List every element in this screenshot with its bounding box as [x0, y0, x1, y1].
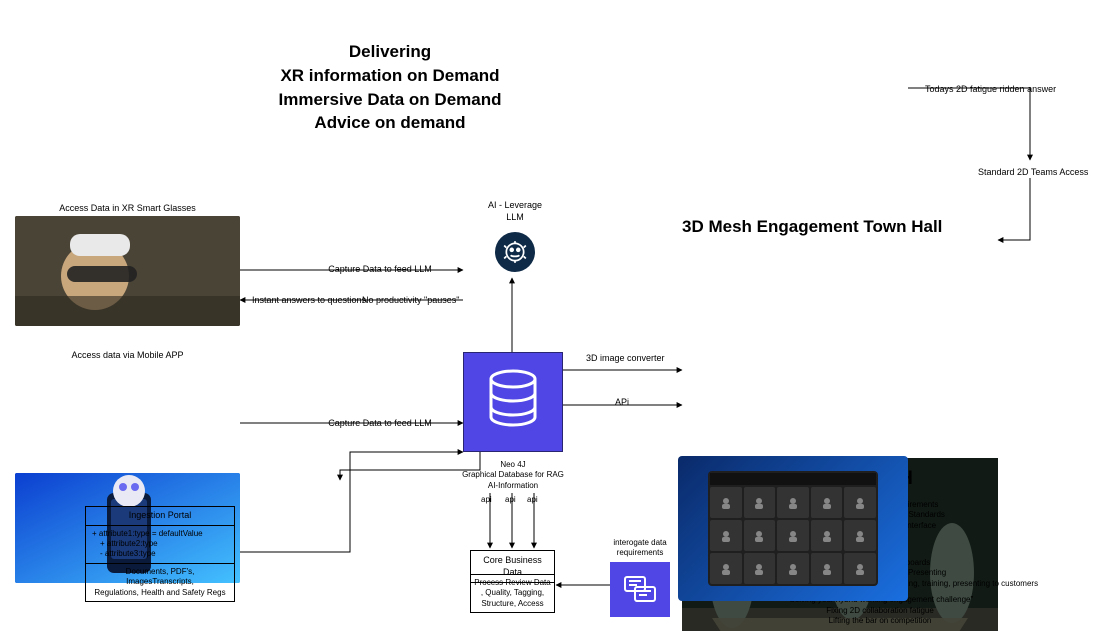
ingestion-title: Ingestion Portal: [86, 507, 234, 526]
interrogate-label: interogate datarequirements: [600, 538, 680, 559]
mobile-caption: Access data via Mobile APP: [15, 350, 240, 362]
image-converter-label: 3D image converter: [586, 353, 665, 365]
title-line: Immersive Data on Demand: [230, 88, 550, 112]
instant-answers-label: Instant answers to questions: [252, 295, 366, 307]
xr-glasses-image: [15, 216, 240, 326]
xr-caption: Access Data in XR Smart Glasses: [15, 203, 240, 215]
api-label: api: [505, 495, 516, 505]
no-pauses-label: No productivity "pauses": [362, 295, 459, 307]
fatigue-label: Todays 2D fatigue ridden answer: [925, 84, 1095, 96]
api-out-label: APi: [615, 397, 629, 409]
ingestion-attrs: + attribute1:type = defaultValue + attri…: [86, 526, 234, 564]
capture-label-2: Capture Data to feed LLM: [300, 418, 460, 430]
ai-llm-label: AI - LeverageLLM: [480, 200, 550, 223]
mesh-heading: 3D Mesh Engagement Town Hall: [682, 217, 942, 237]
chat-node: [610, 562, 670, 617]
ingestion-docs: Documents, PDF's, ImagesTranscripts, Reg…: [86, 564, 234, 601]
ai-llm-node: [495, 232, 535, 272]
page-title: Delivering XR information on Demand Imme…: [230, 40, 550, 135]
process-review-box: Process Review Data , Quality, Tagging, …: [470, 574, 555, 613]
title-line: XR information on Demand: [230, 64, 550, 88]
database-node: [463, 352, 563, 452]
capture-label-1: Capture Data to feed LLM: [300, 264, 460, 276]
ingestion-portal-box: Ingestion Portal + attribute1:type = def…: [85, 506, 235, 602]
api-label: api: [481, 495, 492, 505]
teams-image: [678, 456, 908, 601]
standard-access-label: Standard 2D Teams Access: [978, 167, 1098, 179]
db-caption: Neo 4J Graphical Database for RAG AI-Inf…: [450, 460, 576, 491]
api-label: api: [527, 495, 538, 505]
title-line: Delivering: [230, 40, 550, 64]
title-line: Advice on demand: [230, 111, 550, 135]
